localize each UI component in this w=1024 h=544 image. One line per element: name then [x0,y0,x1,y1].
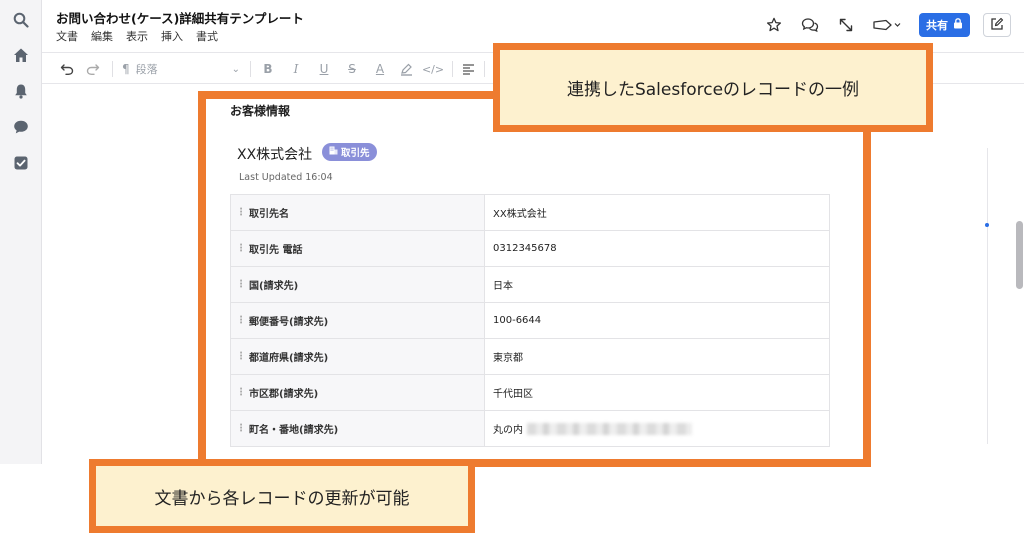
task-check-icon[interactable] [11,153,31,173]
home-icon[interactable] [11,45,31,65]
vertical-scrollbar[interactable] [1016,221,1023,289]
code-icon[interactable]: </> [422,60,444,78]
callout-top: 連携したSalesforceのレコードの一例 [493,43,933,132]
paragraph-style-select[interactable]: ¶ 段落 ⌄ [122,60,240,78]
highlight-frame [198,91,871,467]
resize-arrows-icon[interactable] [835,14,857,36]
edit-button[interactable] [983,13,1011,37]
bell-icon[interactable] [11,81,31,101]
outline-marker[interactable] [985,223,989,227]
callout-bottom: 文書から各レコードの更新が可能 [89,459,475,533]
text-color-icon[interactable]: A [372,60,388,78]
align-left-icon[interactable] [460,60,476,78]
menu-view[interactable]: 表示 [126,28,148,44]
document-title[interactable]: お問い合わせ(ケース)詳細共有テンプレート [56,8,304,27]
pilcrow-icon: ¶ [122,62,130,76]
tag-dropdown-icon[interactable] [870,14,904,36]
underline-icon[interactable]: U [316,60,332,78]
paragraph-style-value: 段落 [135,63,158,76]
left-sidebar [0,0,42,464]
strikethrough-icon[interactable]: S [344,60,360,78]
italic-icon[interactable]: I [288,60,304,78]
share-button-label: 共有 [926,19,948,32]
bold-icon[interactable]: B [260,60,276,78]
redo-icon[interactable] [84,60,102,78]
menu-insert[interactable]: 挿入 [161,28,183,44]
lock-icon [953,18,963,32]
chevron-down-icon: ⌄ [231,63,240,75]
search-icon[interactable] [11,10,31,30]
menu-format[interactable]: 書式 [196,28,218,44]
star-icon[interactable] [763,14,785,36]
outline-track [987,148,988,444]
menu-bar: 文書 編集 表示 挿入 書式 [56,28,218,44]
menu-edit[interactable]: 編集 [91,28,113,44]
comments-icon[interactable] [799,14,821,36]
highlighter-icon[interactable] [398,60,414,78]
chat-icon[interactable] [11,117,31,137]
menu-file[interactable]: 文書 [56,28,78,44]
undo-icon[interactable] [58,60,76,78]
share-button[interactable]: 共有 [919,13,970,37]
edit-icon [990,16,1004,35]
